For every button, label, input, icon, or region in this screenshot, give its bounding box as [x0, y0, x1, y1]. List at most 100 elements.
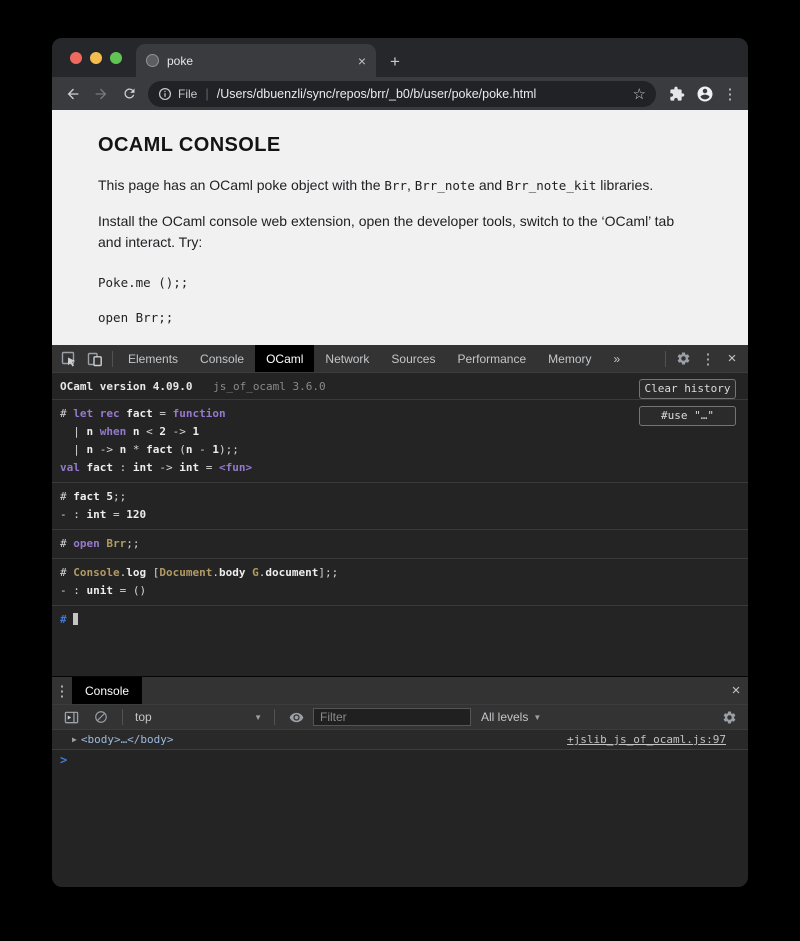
- browser-tab-strip: poke × +: [52, 38, 748, 77]
- repl-token: ->: [166, 425, 193, 438]
- browser-window: poke × + File | /Users/dbuenzli/sy: [52, 38, 748, 887]
- chevron-down-icon: ▼: [254, 713, 262, 722]
- drawer-close-icon[interactable]: ×: [724, 682, 748, 699]
- console-message-text[interactable]: <body>…</body>: [81, 733, 174, 746]
- repl-token: #: [60, 566, 73, 579]
- inspect-element-icon[interactable]: [56, 346, 82, 372]
- console-sidebar-icon[interactable]: [58, 704, 84, 730]
- expand-triangle-icon[interactable]: ▶: [72, 735, 77, 744]
- new-tab-button[interactable]: +: [376, 52, 414, 72]
- repl-line: # Console.log [Document.body G.document]…: [60, 564, 740, 582]
- clear-console-icon[interactable]: [88, 704, 114, 730]
- repl-token: [: [146, 566, 159, 579]
- devtools-menu-dots-icon[interactable]: ⋮: [696, 350, 720, 368]
- minimize-window-button[interactable]: [90, 52, 102, 64]
- devtools-tab-ocaml[interactable]: OCaml: [255, 345, 314, 372]
- url-scheme-label: File: [178, 87, 197, 101]
- browser-menu-icon[interactable]: ⋮: [720, 85, 740, 103]
- repl-token: val: [60, 461, 80, 474]
- devtools-more-tabs-button[interactable]: »: [603, 352, 632, 366]
- url-text[interactable]: /Users/dbuenzli/sync/repos/brr/_b0/b/use…: [217, 87, 623, 101]
- repl-token: fact: [87, 461, 114, 474]
- info-icon[interactable]: [158, 87, 172, 101]
- back-icon[interactable]: [60, 81, 86, 107]
- repl-token: <fun>: [219, 461, 252, 474]
- drawer-tab-bar: ⋮ Console ×: [52, 677, 748, 704]
- devtools-pane: ElementsConsoleOCamlNetworkSourcesPerfor…: [52, 345, 748, 676]
- use-file-button[interactable]: #use "…": [639, 406, 736, 426]
- tab-favicon-icon: [146, 54, 159, 67]
- repl-token: <: [140, 425, 160, 438]
- repl-line: | n -> n * fact (n - 1);;: [60, 441, 740, 459]
- log-levels-dropdown[interactable]: All levels ▼: [475, 710, 547, 724]
- page-instructions-paragraph: Install the OCaml console web extension,…: [98, 211, 698, 253]
- close-window-button[interactable]: [70, 52, 82, 64]
- toolbar-divider: [122, 709, 123, 725]
- url-separator: |: [203, 86, 210, 101]
- repl-token: [93, 407, 100, 420]
- devtools-tab-memory[interactable]: Memory: [537, 345, 602, 372]
- devtools-close-icon[interactable]: ×: [720, 350, 744, 367]
- repl-entry: # Console.log [Document.body G.document]…: [52, 559, 748, 606]
- repl-history[interactable]: # let rec fact = function | n when n < 2…: [52, 400, 748, 634]
- device-toolbar-icon[interactable]: [82, 346, 108, 372]
- console-prompt[interactable]: >: [52, 750, 748, 770]
- repl-token: 1: [212, 443, 219, 456]
- profile-avatar-icon[interactable]: [692, 81, 718, 107]
- repl-token: ->: [93, 443, 120, 456]
- repl-token: function: [173, 407, 226, 420]
- live-expression-eye-icon[interactable]: [283, 704, 309, 730]
- repl-token: fact: [146, 443, 173, 456]
- repl-line: # let rec fact = function: [60, 405, 740, 423]
- address-bar[interactable]: File | /Users/dbuenzli/sync/repos/brr/_b…: [148, 81, 656, 107]
- ocaml-panel[interactable]: Clear history #use "…" OCaml version 4.0…: [52, 373, 748, 676]
- devtools-settings-gear-icon[interactable]: [670, 346, 696, 372]
- zoom-window-button[interactable]: [110, 52, 122, 64]
- console-source-link[interactable]: +jslib_js_of_ocaml.js:97: [567, 733, 726, 746]
- console-empty-area[interactable]: [52, 770, 748, 887]
- devtools-tab-sources[interactable]: Sources: [380, 345, 446, 372]
- repl-token: 2: [159, 425, 166, 438]
- console-settings-gear-icon[interactable]: [716, 704, 742, 730]
- repl-token: #: [60, 490, 73, 503]
- repl-token: [93, 425, 100, 438]
- repl-token: = (): [113, 584, 146, 597]
- repl-token: .: [212, 566, 219, 579]
- devtools-tab-console[interactable]: Console: [189, 345, 255, 372]
- repl-token: (: [173, 443, 186, 456]
- repl-token: #: [60, 613, 73, 626]
- repl-token: int: [133, 461, 153, 474]
- repl-line: - : int = 120: [60, 506, 740, 524]
- drawer-tab-console[interactable]: Console: [72, 677, 142, 704]
- toolbar-divider: [274, 709, 275, 725]
- repl-token: [126, 425, 133, 438]
- forward-icon[interactable]: [88, 81, 114, 107]
- devtools-tab-elements[interactable]: Elements: [117, 345, 189, 372]
- repl-token: =: [153, 407, 173, 420]
- clear-history-button[interactable]: Clear history: [639, 379, 736, 399]
- console-message-row[interactable]: ▶ <body>…</body> +jslib_js_of_ocaml.js:9…: [52, 730, 748, 750]
- repl-token: fact: [126, 407, 153, 420]
- intro-text: libraries.: [596, 177, 653, 193]
- repl-token: ->: [153, 461, 180, 474]
- repl-token: |: [60, 443, 87, 456]
- bookmark-star-icon[interactable]: ☆: [629, 85, 646, 103]
- devtools-tab-performance[interactable]: Performance: [446, 345, 537, 372]
- reload-icon[interactable]: [116, 81, 142, 107]
- devtools-tab-network[interactable]: Network: [314, 345, 380, 372]
- browser-tab[interactable]: poke ×: [136, 44, 376, 77]
- extensions-puzzle-icon[interactable]: [664, 81, 690, 107]
- drawer-menu-dots-icon[interactable]: ⋮: [52, 682, 72, 700]
- toolbar-divider: [112, 351, 113, 367]
- tab-close-icon[interactable]: ×: [358, 53, 366, 69]
- repl-token: open: [73, 537, 100, 550]
- repl-token: =: [106, 508, 126, 521]
- repl-token: - :: [60, 584, 87, 597]
- console-drawer: ⋮ Console × top ▼: [52, 676, 748, 887]
- filter-input[interactable]: [313, 708, 471, 726]
- repl-token: int: [87, 508, 107, 521]
- context-selector-dropdown[interactable]: top ▼: [131, 710, 266, 724]
- page-code-samples: Poke.me ();;open Brr;;Console.log [Docum…: [98, 275, 698, 345]
- repl-token: G: [252, 566, 259, 579]
- repl-entry: # open Brr;;: [52, 530, 748, 559]
